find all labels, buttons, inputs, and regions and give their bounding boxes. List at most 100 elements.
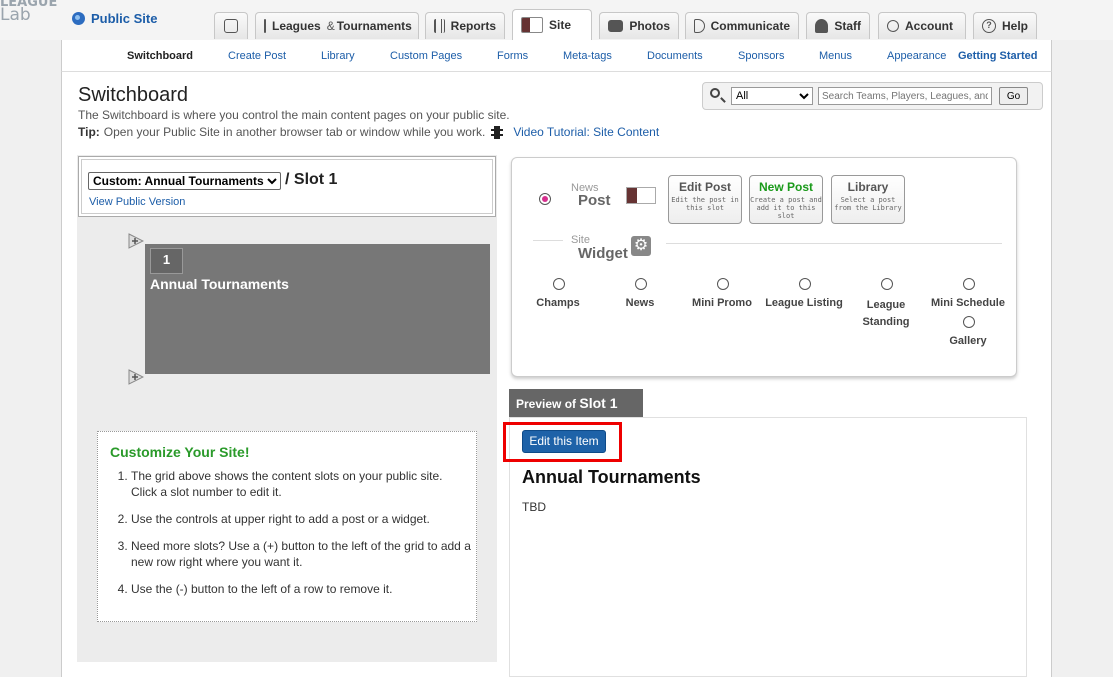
public-site-link[interactable]: Public Site [72,11,157,26]
tab-label: Reports [450,19,496,33]
slot-content-select[interactable]: Custom: Annual Tournaments [88,172,281,190]
search-input[interactable] [818,87,992,105]
subnav-menus[interactable]: Menus [819,50,852,62]
preview-tab-prefix: Preview of [516,397,577,411]
help-icon: ? [982,19,996,33]
widget-label-mini-schedule: Mini Schedule [931,297,1005,309]
subnav-meta-tags[interactable]: Meta-tags [563,50,612,62]
tab-label: Communicate [710,19,790,33]
widget-label-league-listing: League Listing [765,297,843,309]
camera-icon [608,20,624,32]
tab-help[interactable]: ? Help [973,12,1037,39]
top-bar: LEAGUE Lab Public Site Leagues & Tournamen… [0,0,1113,40]
tab-label: Photos [629,19,670,33]
divider [666,243,1002,244]
edit-post-title: Edit Post [678,180,731,194]
tip-line: Tip: Open your Public Site in another br… [78,125,659,139]
customize-steps: The grid above shows the content slots o… [131,468,471,608]
new-post-desc: Create a post and add it to this slot [750,196,822,220]
search-scope-select[interactable]: All [731,87,813,105]
preview-body: TBD [522,500,546,514]
subnav-library[interactable]: Library [321,50,355,62]
tab-staff[interactable]: Staff [806,12,870,39]
preview-tab: Preview of Slot 1 [509,389,643,417]
tab-label: Staff [834,19,861,33]
widget-radio-league-listing[interactable] [799,278,811,290]
slot-header: Custom: Annual Tournaments / Slot 1 View… [78,156,496,217]
subnav-custom-pages[interactable]: Custom Pages [390,50,462,62]
preview-title: Annual Tournaments [522,467,701,487]
widget-label-gallery: Gallery [949,335,987,347]
widget-label-news: News [625,297,655,309]
tab-account[interactable]: Account [878,12,966,39]
widget-radio-champs[interactable] [553,278,565,290]
bar-chart-icon [434,19,445,33]
tab-label: Tournaments [336,19,412,33]
staff-icon [815,19,829,33]
league-lab-logo[interactable]: LEAGUE Lab [0,0,60,26]
wrench-icon [887,20,899,32]
logo-line2: Lab [0,5,31,25]
video-tutorial-link[interactable]: Video Tutorial: Site Content [513,125,659,139]
tab-reports[interactable]: Reports [425,12,505,39]
gear-icon: ⚙ [631,236,651,256]
customize-help-box: Customize Your Site! The grid above show… [97,431,477,622]
clipboard-icon [264,19,266,33]
edit-post-button[interactable]: Edit Post Edit the post in this slot [668,175,742,224]
sub-navigation: Switchboard Create Post Library Custom P… [61,40,1052,72]
tab-dashboard[interactable] [214,12,248,39]
tip-label: Tip: [78,125,100,139]
add-row-above-icon[interactable] [128,233,144,249]
widget-radio-league-standing[interactable] [881,278,893,290]
widget-radio-mini-promo[interactable] [717,278,729,290]
news-post-radio[interactable] [539,193,551,205]
subnav-create-post[interactable]: Create Post [228,50,286,62]
public-site-label: Public Site [91,11,158,26]
customize-step: Need more slots? Use a (+) button to the… [131,538,471,570]
page-intro: The Switchboard is where you control the… [78,108,510,122]
search-go-button[interactable]: Go [999,87,1028,105]
search-bar: All Go [702,82,1043,110]
globe-icon [72,12,85,25]
widget-radio-mini-schedule[interactable] [963,278,975,290]
widget-label-champs: Champs [536,297,580,309]
divider [533,240,563,241]
subnav-documents[interactable]: Documents [647,50,703,62]
tab-site[interactable]: Site [512,9,592,40]
add-row-below-icon[interactable] [128,369,144,385]
widget-radio-news[interactable] [635,278,647,290]
subnav-appearance[interactable]: Appearance [887,50,946,62]
tab-label-amp: & [326,19,335,33]
subnav-getting-started[interactable]: Getting Started [958,50,1037,62]
library-button[interactable]: Library Select a post from the Library [831,175,905,224]
customize-step: Use the (-) button to the left of a row … [131,581,471,597]
customize-heading: Customize Your Site! [110,444,250,460]
news-post-big-label: Post [578,192,611,209]
tab-label: Site [549,18,572,32]
slot-label: / Slot 1 [285,171,338,188]
tip-text: Open your Public Site in another browser… [103,125,486,139]
customize-step: Use the controls at upper right to add a… [131,511,471,527]
tab-communicate[interactable]: Communicate [685,12,799,39]
slot-title: Annual Tournaments [150,276,289,292]
search-icon [710,88,720,98]
subnav-sponsors[interactable]: Sponsors [738,50,784,62]
tab-label: Account [905,19,953,33]
grid-slot-1[interactable] [145,244,490,374]
megaphone-icon [694,19,705,33]
widget-radio-gallery[interactable] [963,316,975,328]
widget-label-league-standing: League Standing [862,299,910,328]
new-post-button[interactable]: New Post Create a post and add it to thi… [749,175,823,224]
slot-number-button[interactable]: 1 [150,248,183,274]
subnav-switchboard[interactable]: Switchboard [127,50,193,62]
library-title: Library [847,180,889,194]
tab-leagues-tournaments[interactable]: Leagues & Tournaments [255,12,419,39]
tab-label: Help [1001,19,1028,33]
site-thumbnail-icon [521,17,543,33]
tab-photos[interactable]: Photos [599,12,679,39]
subnav-forms[interactable]: Forms [497,50,528,62]
library-desc: Select a post from the Library [834,196,902,212]
page-title: Switchboard [78,84,189,106]
film-icon [491,125,504,139]
view-public-version-link[interactable]: View Public Version [89,196,185,208]
